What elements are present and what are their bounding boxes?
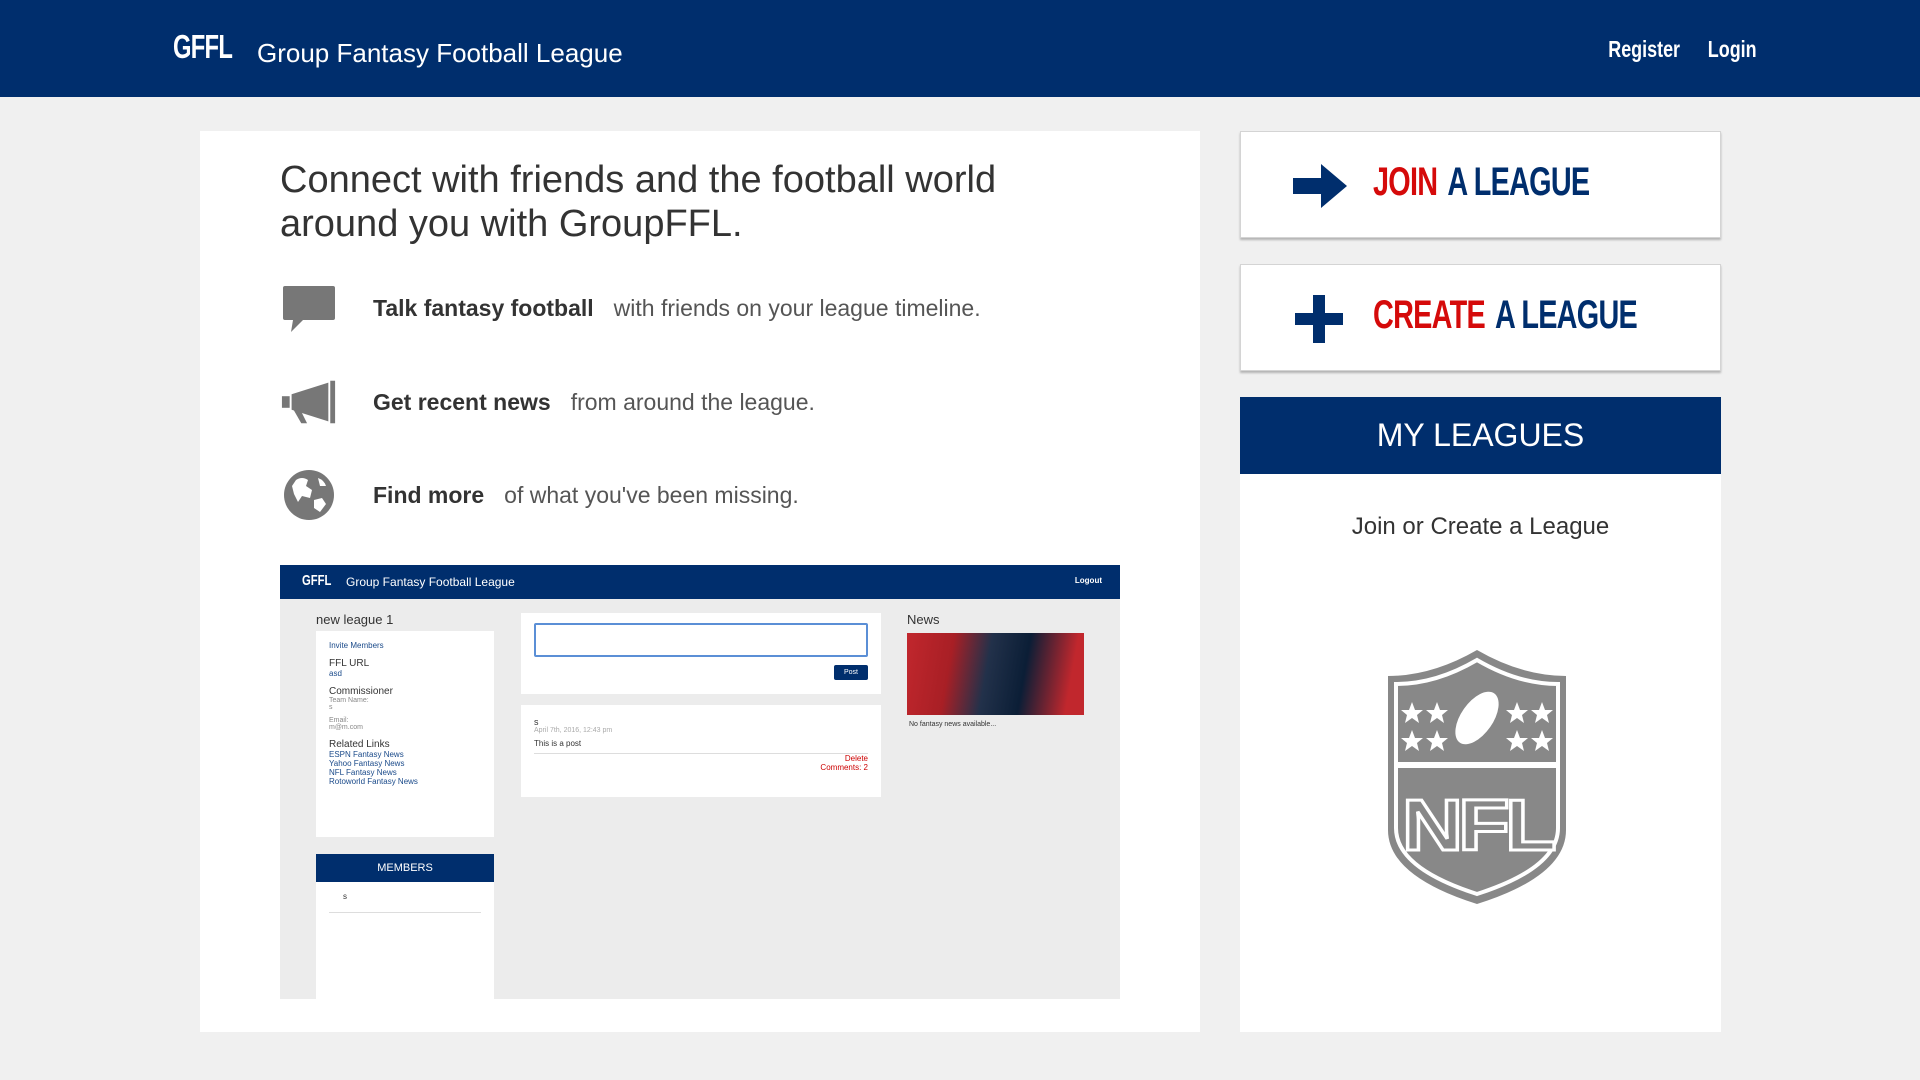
preview-post-comments: Comments: 2 xyxy=(820,763,868,772)
plus-icon xyxy=(1293,295,1347,343)
feature-find-text: of what you've been missing. xyxy=(504,481,799,508)
preview-email-label: Email: xyxy=(329,717,349,724)
top-navbar: GFFL Group Fantasy Football League Regis… xyxy=(0,0,1920,97)
preview-link-rotoworld: Rotoworld Fantasy News xyxy=(329,777,418,786)
arrow-right-icon xyxy=(1293,162,1347,210)
preview-news-empty: No fantasy news available... xyxy=(909,721,997,728)
create-league-label: CREATE A LEAGUE xyxy=(1373,293,1638,338)
preview-ffl-url-label: FFL URL xyxy=(329,658,370,669)
preview-link-nfl: NFL Fantasy News xyxy=(329,768,397,777)
preview-post-input xyxy=(534,623,868,657)
join-league-label: JOIN A LEAGUE xyxy=(1373,160,1590,205)
feature-news-title: Get recent news xyxy=(373,388,551,415)
preview-news-title: News xyxy=(907,612,940,627)
login-link[interactable]: Login xyxy=(1708,36,1757,63)
intro-card: Connect with friends and the football wo… xyxy=(200,131,1200,1032)
feature-talk-title: Talk fantasy football xyxy=(373,294,594,321)
preview-post-date: April 7th, 2016, 12:43 pm xyxy=(534,727,613,734)
preview-members-list: s xyxy=(316,882,494,999)
app-preview-image: GFFL Group Fantasy Football League Logou… xyxy=(280,565,1120,999)
preview-league-info: Invite Members FFL URL asd Commissioner … xyxy=(316,631,494,837)
join-label-blue: A LEAGUE xyxy=(1447,160,1590,204)
preview-navbar: GFFL Group Fantasy Football League Logou… xyxy=(280,565,1120,599)
register-link[interactable]: Register xyxy=(1609,36,1681,63)
globe-icon xyxy=(280,467,338,523)
preview-team-name-label: Team Name: xyxy=(329,697,369,704)
preview-title: Group Fantasy Football League xyxy=(346,575,515,589)
feature-find: Find more of what you've been missing. xyxy=(280,467,799,523)
preview-post-button: Post xyxy=(833,665,868,680)
brand-logo[interactable]: GFFL xyxy=(173,28,233,66)
intro-headline: Connect with friends and the football wo… xyxy=(280,159,997,245)
preview-team-name-value: s xyxy=(329,704,333,711)
preview-brand: GFFL xyxy=(302,572,332,589)
join-label-red: JOIN xyxy=(1373,160,1438,204)
preview-link-yahoo: Yahoo Fantasy News xyxy=(329,759,405,768)
preview-invite-link: Invite Members xyxy=(329,641,384,650)
preview-member: s xyxy=(343,892,347,901)
preview-logout: Logout xyxy=(1074,576,1102,585)
feature-talk-text: with friends on your league timeline. xyxy=(613,294,981,321)
my-leagues-header: MY LEAGUES xyxy=(1240,397,1721,474)
preview-email-value: m@m.com xyxy=(329,724,363,731)
preview-commissioner-label: Commissioner xyxy=(329,686,393,697)
feature-news: Get recent news from around the league. xyxy=(280,374,815,430)
preview-divider xyxy=(329,912,481,913)
preview-ffl-url-value: asd xyxy=(329,669,342,678)
svg-text:NFL: NFL xyxy=(1402,786,1554,866)
preview-related-label: Related Links xyxy=(329,739,390,750)
preview-post-composer: Post xyxy=(521,613,881,694)
my-leagues-panel: Join or Create a League NFL xyxy=(1240,474,1721,1032)
speech-bubble-icon xyxy=(280,280,338,336)
preview-news-image xyxy=(907,633,1084,715)
preview-link-espn: ESPN Fantasy News xyxy=(329,750,404,759)
preview-members-header: MEMBERS xyxy=(316,854,494,882)
feature-news-text: from around the league. xyxy=(570,388,815,415)
nfl-shield-logo: NFL xyxy=(1388,650,1566,904)
create-league-button[interactable]: CREATE A LEAGUE xyxy=(1240,264,1721,371)
create-label-red: CREATE xyxy=(1373,293,1486,337)
join-league-button[interactable]: JOIN A LEAGUE xyxy=(1240,131,1721,238)
feature-find-title: Find more xyxy=(373,481,485,508)
feature-talk: Talk fantasy football with friends on yo… xyxy=(280,280,981,336)
site-title: Group Fantasy Football League xyxy=(257,38,623,68)
preview-league-name: new league 1 xyxy=(316,612,394,627)
preview-post-author: s xyxy=(534,717,539,727)
create-label-blue: A LEAGUE xyxy=(1495,293,1638,337)
megaphone-icon xyxy=(280,374,338,430)
auth-links: Register Login xyxy=(1588,36,1757,63)
preview-post-card: s April 7th, 2016, 12:43 pm This is a po… xyxy=(521,705,881,797)
preview-post-text: This is a post xyxy=(534,739,582,748)
my-leagues-empty-text: Join or Create a League xyxy=(1351,513,1610,540)
preview-post-delete: Delete xyxy=(844,754,868,763)
